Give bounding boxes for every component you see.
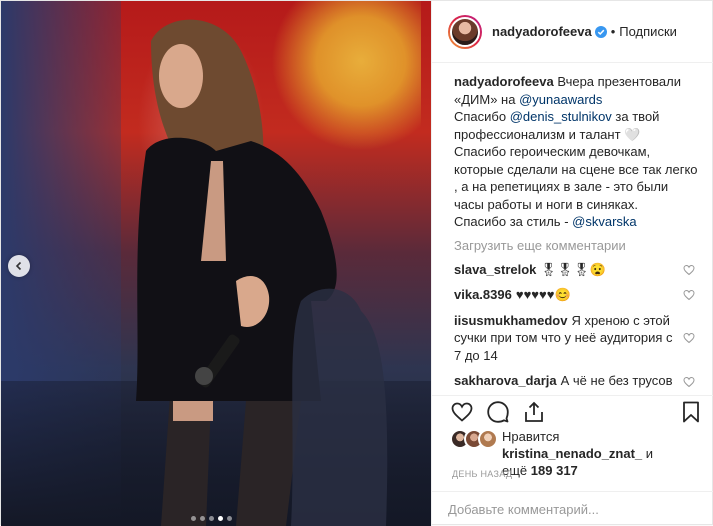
caption-mention[interactable]: @denis_stulnikov bbox=[510, 109, 612, 124]
instagram-post: nadyadorofeeva • Подписки nadyadorofeeva… bbox=[0, 0, 713, 526]
carousel-dot-active bbox=[218, 516, 223, 521]
liker-avatar bbox=[478, 429, 498, 449]
post-photo[interactable] bbox=[1, 1, 431, 526]
comment-item: iisusmukhamedov Я хреною с этой сучки при… bbox=[448, 312, 699, 365]
post-caption: nadyadorofeeva Вчера презентовали «ДИМ» … bbox=[448, 73, 699, 231]
carousel-dot bbox=[209, 516, 214, 521]
comment-icon[interactable] bbox=[486, 400, 510, 424]
comment-text: ♥♥♥♥♥😊 bbox=[515, 287, 571, 302]
heart-icon[interactable] bbox=[450, 400, 474, 424]
caption-text: Спасибо bbox=[454, 109, 510, 124]
liker-username[interactable]: kristina_nenado_znat_ bbox=[502, 446, 642, 461]
comments-list[interactable]: nadyadorofeeva Вчера презентовали «ДИМ» … bbox=[432, 63, 713, 388]
caption-text: Спасибо за стиль - bbox=[454, 214, 573, 229]
post-timestamp[interactable]: день назад bbox=[452, 469, 512, 479]
comment-item: sakharova_darjaА чё не без трусов то сра… bbox=[448, 372, 699, 388]
comment-username[interactable]: iisusmukhamedov bbox=[454, 313, 567, 328]
caption-mention[interactable]: @yunaawards bbox=[519, 92, 602, 107]
verified-icon bbox=[594, 25, 607, 38]
carousel-dot bbox=[191, 516, 196, 521]
load-more-comments-button[interactable]: Загрузить еще комментарии bbox=[454, 237, 699, 254]
previous-photo-button[interactable] bbox=[8, 255, 30, 277]
performer-illustration bbox=[136, 19, 388, 526]
likes-more[interactable]: ещё 189 317 bbox=[502, 463, 578, 478]
likes-and: и bbox=[642, 446, 654, 461]
carousel-dot bbox=[227, 516, 232, 521]
comment-username[interactable]: sakharova_darja bbox=[454, 373, 557, 388]
comment-input[interactable] bbox=[448, 501, 699, 517]
caption-username[interactable]: nadyadorofeeva bbox=[454, 74, 554, 89]
caption-mention[interactable]: @skvarska bbox=[572, 214, 637, 229]
likes-count: 189 317 bbox=[530, 463, 578, 478]
caption-text: Спасибо героическим девочкам, которые сд… bbox=[454, 144, 698, 212]
likes-text: Нравится kristina_nenado_znat_ и ещё 189… bbox=[502, 428, 700, 479]
comment-text: 🎖🎖🎖😧 bbox=[540, 261, 607, 277]
like-comment-heart-icon[interactable] bbox=[683, 332, 695, 344]
avatar-image bbox=[450, 16, 480, 47]
following-button[interactable]: Подписки bbox=[619, 24, 677, 39]
post-actions bbox=[432, 395, 713, 427]
header-separator: • bbox=[610, 24, 616, 39]
author-avatar[interactable] bbox=[448, 14, 482, 49]
like-comment-heart-icon[interactable] bbox=[683, 264, 695, 276]
author-username[interactable]: nadyadorofeeva bbox=[492, 24, 592, 39]
likes-prefix: Нравится bbox=[502, 429, 560, 444]
share-icon[interactable] bbox=[522, 400, 546, 424]
carousel-indicator bbox=[191, 516, 232, 521]
comment-username[interactable]: vika.8396 bbox=[454, 287, 512, 302]
bookmark-icon[interactable] bbox=[679, 400, 703, 424]
carousel-dot bbox=[200, 516, 205, 521]
comment-username[interactable]: slava_strelok bbox=[454, 262, 536, 277]
comment-item: vika.8396 ♥♥♥♥♥😊 bbox=[448, 286, 699, 304]
comment-item: slava_strelok 🎖🎖🎖😧 bbox=[448, 261, 699, 279]
chevron-left-icon bbox=[15, 261, 22, 271]
like-comment-heart-icon[interactable] bbox=[683, 289, 695, 301]
liker-avatars[interactable] bbox=[450, 429, 498, 449]
post-sidebar: nadyadorofeeva • Подписки nadyadorofeeva… bbox=[431, 1, 713, 526]
post-header: nadyadorofeeva • Подписки bbox=[432, 1, 713, 63]
like-comment-heart-icon[interactable] bbox=[683, 376, 695, 388]
add-comment-bar bbox=[432, 491, 713, 526]
